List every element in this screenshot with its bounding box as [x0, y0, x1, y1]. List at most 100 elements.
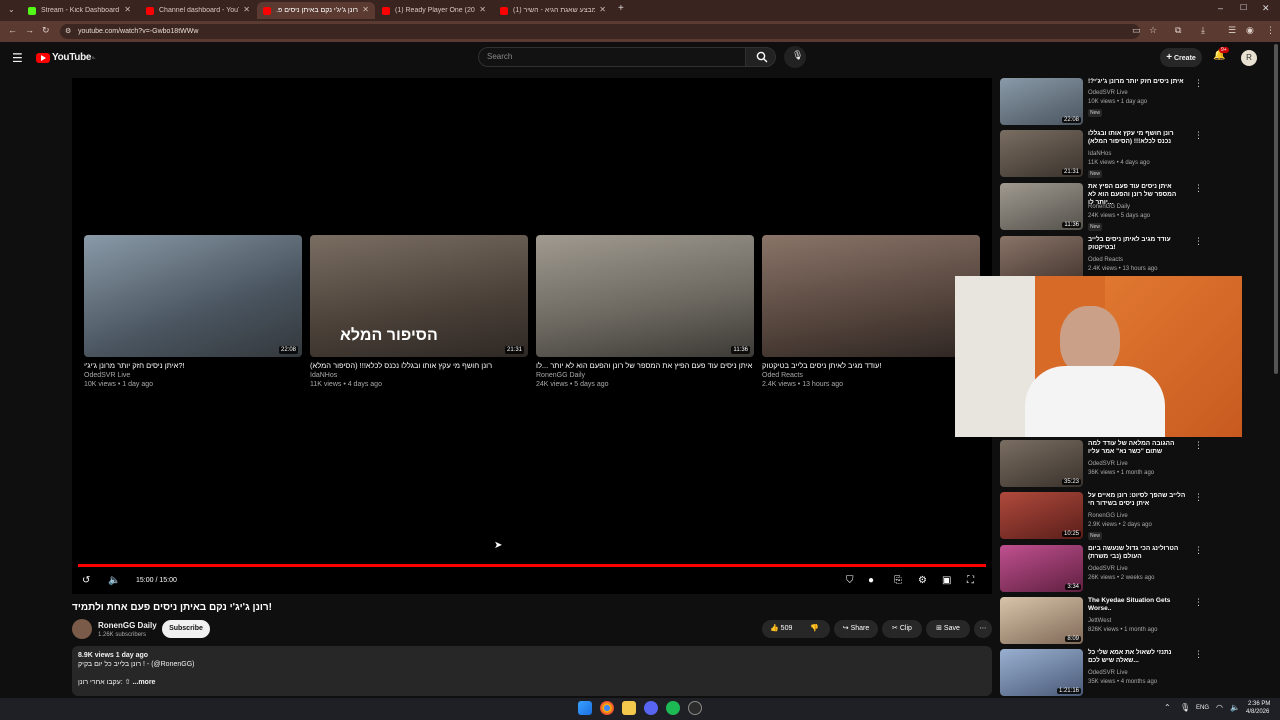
tab-current-video[interactable]: רונן ג'יג'י נקם באיתן ניסים פ... ✕: [257, 2, 375, 19]
recommended-thumbnail[interactable]: 1:21:16: [1000, 649, 1083, 696]
more-options-icon[interactable]: ⋮: [1194, 236, 1203, 247]
start-menu-icon[interactable]: [578, 701, 592, 715]
tray-chevron-icon[interactable]: ⌃: [1164, 703, 1171, 712]
tab-channel-dashboard[interactable]: Channel dashboard - YouTube ✕: [140, 2, 256, 19]
recommended-thumbnail[interactable]: 8:09: [1000, 597, 1083, 644]
more-options-icon[interactable]: ⋮: [1194, 545, 1203, 556]
recommended-thumbnail[interactable]: 3:34: [1000, 545, 1083, 592]
recommended-video[interactable]: 8:09 The Kyedae Situation Gets Worse.. J…: [1000, 597, 1210, 645]
tab-search-icon[interactable]: ⌄: [8, 5, 15, 14]
settings-gear-icon[interactable]: ⚙: [918, 575, 927, 586]
more-options-icon[interactable]: ⋮: [1194, 440, 1203, 451]
notifications-button[interactable]: 🔔 9+: [1213, 47, 1229, 61]
dislike-button[interactable]: 👎: [810, 620, 819, 638]
more-actions-button[interactable]: ⋯: [974, 620, 992, 638]
account-avatar[interactable]: R: [1241, 50, 1257, 66]
recommended-video[interactable]: 35:23 ההגובה המלאה של עודד למה שתום "כשר…: [1000, 440, 1210, 488]
recommended-video[interactable]: 10:25 הלייב שהפך לסיוט: רונן מאיים על אי…: [1000, 492, 1210, 540]
captions-icon[interactable]: ⎘: [894, 575, 902, 586]
discord-icon[interactable]: [644, 701, 658, 715]
forward-icon[interactable]: →: [25, 25, 34, 35]
recommended-thumbnail[interactable]: 22:08: [1000, 78, 1083, 125]
endcard-thumbnail[interactable]: [762, 235, 980, 357]
sidebar-icon[interactable]: ☰: [1228, 25, 1236, 36]
recommended-thumbnail[interactable]: 11:36: [1000, 183, 1083, 230]
spotify-icon[interactable]: [666, 701, 680, 715]
channel-name[interactable]: RonenGG Daily: [98, 621, 157, 630]
hamburger-menu-icon[interactable]: ☰: [12, 51, 23, 65]
tab-ready-player-one[interactable]: (1) Ready Player One (2018) 4K ✕: [376, 2, 492, 19]
recommended-thumbnail[interactable]: 21:31: [1000, 130, 1083, 177]
endcard-thumbnail[interactable]: 22:08: [84, 235, 302, 357]
site-info-icon[interactable]: ⚙: [65, 24, 71, 39]
progress-bar[interactable]: [78, 564, 986, 567]
search-input[interactable]: Search: [478, 47, 746, 67]
share-button[interactable]: ↪ Share: [834, 620, 878, 638]
like-button[interactable]: 👍 509: [770, 625, 792, 632]
description-more-link[interactable]: ...more: [132, 679, 155, 686]
mic-tray-icon[interactable]: 🎙: [1180, 703, 1190, 712]
more-options-icon[interactable]: ⋮: [1194, 78, 1203, 89]
menu-icon[interactable]: ⋮: [1266, 25, 1275, 36]
recommended-video[interactable]: 11:36 איתן ניסים עוד פעם הפיץ את המספר ש…: [1000, 183, 1210, 231]
recommended-thumbnail[interactable]: 35:23: [1000, 440, 1083, 487]
obs-icon[interactable]: [688, 701, 702, 715]
recommended-thumbnail[interactable]: 10:25: [1000, 492, 1083, 539]
more-options-icon[interactable]: ⋮: [1194, 130, 1203, 141]
clip-button[interactable]: ✂ Clip: [882, 620, 922, 638]
bookmark-star-icon[interactable]: ☆: [1149, 25, 1157, 36]
autoplay-icon[interactable]: ⛉: [846, 575, 854, 586]
new-tab-icon[interactable]: +: [618, 3, 624, 14]
recommended-video[interactable]: 3:34 הטרולינג הכי גדול שנעשה ביום העולם …: [1000, 545, 1210, 593]
tab-song[interactable]: (1) מבצע שאגת הגיא - השיר ✕: [494, 2, 612, 19]
back-icon[interactable]: ←: [8, 25, 17, 35]
file-explorer-icon[interactable]: [622, 701, 636, 715]
endcard-thumbnail[interactable]: הסיפור המלא 21:31: [310, 235, 528, 357]
address-bar[interactable]: ⚙ youtube.com/watch?v=-Gwbo18tWWw: [60, 24, 1140, 39]
volume-tray-icon[interactable]: 🔈: [1230, 703, 1240, 712]
miniplayer-icon[interactable]: ▣: [942, 575, 951, 586]
download-icon[interactable]: ⤓: [1201, 25, 1205, 36]
youtube-logo[interactable]: YouTube IL: [36, 52, 96, 63]
channel-avatar[interactable]: [72, 619, 92, 639]
cast-icon[interactable]: ▭: [1132, 25, 1141, 36]
create-button[interactable]: + Create: [1160, 48, 1202, 67]
fullscreen-icon[interactable]: ⛶: [967, 575, 974, 586]
recommended-video[interactable]: 21:31 רונן חושף מי עקץ אותו ובגללו נכנס …: [1000, 130, 1210, 178]
subscribe-button[interactable]: Subscribe: [162, 620, 210, 638]
more-options-icon[interactable]: ⋮: [1194, 597, 1203, 608]
profile-icon[interactable]: ◉: [1246, 25, 1254, 36]
recommended-video[interactable]: 1:21:16 נתנזי לשאול את אמא שלי כל שאלה ש…: [1000, 649, 1210, 697]
clock-time[interactable]: 2:36 PM: [1248, 701, 1270, 707]
recommended-video[interactable]: 22:08 !?איתן ניסים חזק יותר מרונן ג'יג'י…: [1000, 78, 1210, 126]
maximize-window-icon[interactable]: ☐: [1240, 3, 1247, 12]
description-box[interactable]: 8.9K views 1 day ago רונן בלייב כל יום ב…: [72, 646, 992, 696]
tab-close-icon[interactable]: ✕: [362, 5, 369, 14]
tab-kick-dashboard[interactable]: Stream - Kick Dashboard ✕: [22, 2, 137, 19]
chrome-icon[interactable]: [600, 701, 614, 715]
endscreen-video-card[interactable]: !עודד מגיב לאיתן ניסים בלייב בטיקטוק Ode…: [762, 235, 980, 389]
video-player[interactable]: 22:08 !?איתן ניסים חזק יותר מרונן ג'יג'י…: [72, 78, 992, 594]
tab-close-icon[interactable]: ✕: [243, 5, 250, 14]
extensions-icon[interactable]: ⧉: [1175, 25, 1181, 36]
page-scrollbar[interactable]: [1274, 44, 1278, 374]
search-button[interactable]: [745, 47, 776, 67]
more-options-icon[interactable]: ⋮: [1194, 492, 1203, 503]
language-indicator[interactable]: ENG: [1196, 705, 1209, 711]
endscreen-video-card[interactable]: הסיפור המלא 21:31 רונן חושף מי עקץ אותו …: [310, 235, 528, 389]
wifi-icon[interactable]: ◠: [1216, 703, 1223, 712]
tab-close-icon[interactable]: ✕: [599, 5, 606, 14]
toggle-icon[interactable]: ●: [868, 575, 874, 586]
reload-icon[interactable]: ↻: [42, 25, 50, 36]
tab-close-icon[interactable]: ✕: [479, 5, 486, 14]
more-options-icon[interactable]: ⋮: [1194, 183, 1203, 194]
endcard-thumbnail[interactable]: 11:36: [536, 235, 754, 357]
tab-close-icon[interactable]: ✕: [124, 5, 131, 14]
clock-date[interactable]: 4/8/2026: [1246, 709, 1269, 715]
save-button[interactable]: ⊞ Save: [926, 620, 970, 638]
more-options-icon[interactable]: ⋮: [1194, 649, 1203, 660]
minimize-window-icon[interactable]: –: [1218, 3, 1223, 13]
volume-icon[interactable]: 🔈: [108, 575, 120, 586]
replay-icon[interactable]: ↺: [82, 575, 90, 586]
close-window-icon[interactable]: ✕: [1262, 3, 1270, 14]
